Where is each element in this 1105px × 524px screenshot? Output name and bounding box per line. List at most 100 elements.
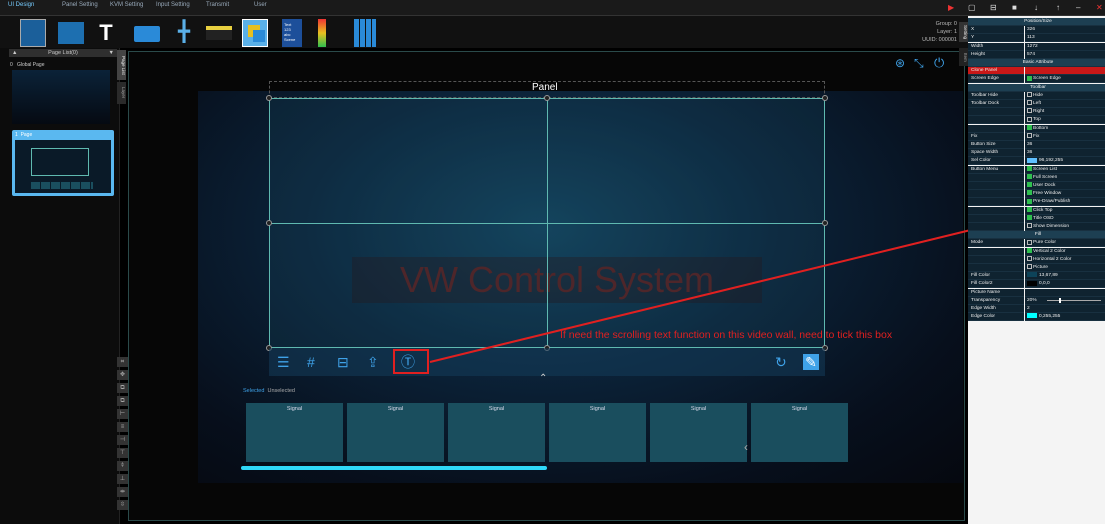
- checkbox[interactable]: [1027, 190, 1032, 196]
- property-label: Picture Name: [968, 288, 1024, 297]
- property-label: Transparency: [968, 296, 1024, 305]
- color-swatch[interactable]: [1027, 313, 1037, 319]
- property-value[interactable]: Top: [1025, 116, 1105, 125]
- property-value[interactable]: Click Top: [1025, 206, 1105, 215]
- property-row: Click Top: [968, 206, 1105, 215]
- property-row: Free Window: [968, 190, 1105, 199]
- property-value[interactable]: Screen List: [1025, 165, 1105, 174]
- property-row: Title OSD: [968, 214, 1105, 223]
- property-label: Mode: [968, 239, 1024, 248]
- property-value[interactable]: 2: [1025, 305, 1105, 313]
- property-row: Show Dimension: [968, 223, 1105, 231]
- property-value[interactable]: Full Screen: [1025, 173, 1105, 182]
- checkbox[interactable]: [1027, 215, 1032, 221]
- section-header: Toolbar: [968, 83, 1105, 92]
- property-value[interactable]: Bottom: [1025, 124, 1105, 133]
- property-label: [968, 198, 1024, 207]
- checkbox[interactable]: [1027, 256, 1032, 262]
- color-swatch[interactable]: [1027, 157, 1037, 163]
- property-value[interactable]: Hide: [1025, 91, 1105, 100]
- property-value[interactable]: Show Dimension: [1025, 223, 1105, 231]
- checkbox[interactable]: [1027, 223, 1032, 229]
- property-value[interactable]: 36: [1025, 141, 1105, 149]
- property-value[interactable]: Left: [1025, 100, 1105, 108]
- property-value[interactable]: 0,255,255: [1025, 313, 1105, 322]
- checkbox[interactable]: [1027, 247, 1032, 253]
- property-label: [968, 247, 1024, 256]
- checkbox[interactable]: [1027, 108, 1032, 114]
- property-value[interactable]: Pure Color: [1025, 239, 1105, 248]
- property-label: [968, 255, 1024, 264]
- property-row: Edge Width 2: [968, 305, 1105, 313]
- property-label: [968, 214, 1024, 223]
- property-value[interactable]: Horizontal 2 Color: [1025, 255, 1105, 264]
- checkbox[interactable]: [1027, 182, 1032, 188]
- color-swatch[interactable]: [1027, 272, 1037, 278]
- property-value[interactable]: 326: [1025, 26, 1105, 35]
- property-label: [968, 190, 1024, 199]
- property-value[interactable]: Vertical 2 Color: [1025, 247, 1105, 256]
- property-value[interactable]: 20%: [1025, 296, 1105, 305]
- property-value[interactable]: Title OSD: [1025, 214, 1105, 223]
- property-value[interactable]: Right: [1025, 108, 1105, 117]
- property-label: Space Width: [968, 149, 1024, 158]
- property-value[interactable]: 0,0,0: [1025, 280, 1105, 289]
- property-label: Y: [968, 34, 1024, 43]
- property-label: [968, 223, 1024, 231]
- section-header: Basic Attribute: [968, 59, 1105, 67]
- property-value[interactable]: Fix: [1025, 132, 1105, 141]
- checkbox[interactable]: [1027, 124, 1032, 130]
- property-label: Clone Panel: [968, 67, 1024, 76]
- property-row: Fill Color2 0,0,0: [968, 280, 1105, 289]
- color-swatch[interactable]: [1027, 280, 1037, 286]
- checkbox[interactable]: [1027, 165, 1032, 171]
- property-value[interactable]: 13,67,89: [1025, 272, 1105, 281]
- checkbox[interactable]: [1027, 239, 1032, 245]
- property-row: Fill Color 13,67,89: [968, 272, 1105, 281]
- property-value[interactable]: User Dock: [1025, 182, 1105, 190]
- property-row: Picture: [968, 264, 1105, 272]
- property-row: Y 113: [968, 34, 1105, 43]
- property-value[interactable]: 96,192,255: [1025, 157, 1105, 166]
- property-value[interactable]: 113: [1025, 34, 1105, 43]
- checkbox[interactable]: [1027, 264, 1032, 270]
- checkbox[interactable]: [1027, 75, 1032, 81]
- property-label: Edge Width: [968, 305, 1024, 313]
- property-row: Full Screen: [968, 173, 1105, 182]
- property-row: Horizontal 2 Color: [968, 255, 1105, 264]
- property-label: Edge Color: [968, 313, 1024, 322]
- tab-setting[interactable]: Setting: [959, 22, 968, 42]
- property-value[interactable]: [1025, 288, 1105, 297]
- property-label: [968, 108, 1024, 117]
- property-value[interactable]: 1272: [1025, 42, 1105, 51]
- checkbox[interactable]: [1027, 92, 1032, 98]
- property-label: Sel Color: [968, 157, 1024, 166]
- checkbox[interactable]: [1027, 206, 1032, 212]
- property-label: X: [968, 26, 1024, 35]
- property-value[interactable]: 36: [1025, 149, 1105, 158]
- annotation-text: If need the scrolling text function on t…: [560, 329, 893, 341]
- property-value[interactable]: Free Window: [1025, 190, 1105, 199]
- tab-item[interactable]: Item: [959, 48, 968, 66]
- property-value[interactable]: Pre-Draw/Publish: [1025, 198, 1105, 207]
- annotation-arrow: [429, 212, 1034, 363]
- property-row: Pre-Draw/Publish: [968, 198, 1105, 207]
- property-row: Screen Edge Screen Edge: [968, 75, 1105, 84]
- property-value[interactable]: 574: [1025, 50, 1105, 59]
- property-label: Width: [968, 42, 1024, 51]
- checkbox[interactable]: [1027, 100, 1032, 106]
- checkbox[interactable]: [1027, 133, 1032, 139]
- transparency-slider[interactable]: [1047, 297, 1101, 303]
- property-value[interactable]: [1025, 67, 1105, 76]
- checkbox[interactable]: [1027, 198, 1032, 204]
- property-label: Button Menu: [968, 165, 1024, 174]
- property-label: Toolbar Dock: [968, 100, 1024, 108]
- property-value[interactable]: Picture: [1025, 264, 1105, 272]
- property-value[interactable]: Screen Edge: [1025, 75, 1105, 84]
- checkbox[interactable]: [1027, 116, 1032, 122]
- property-label: [968, 116, 1024, 125]
- property-row: Transparency 20%: [968, 296, 1105, 305]
- property-row: Edge Color 0,255,255: [968, 313, 1105, 322]
- checkbox[interactable]: [1027, 174, 1032, 180]
- property-label: [968, 124, 1024, 133]
